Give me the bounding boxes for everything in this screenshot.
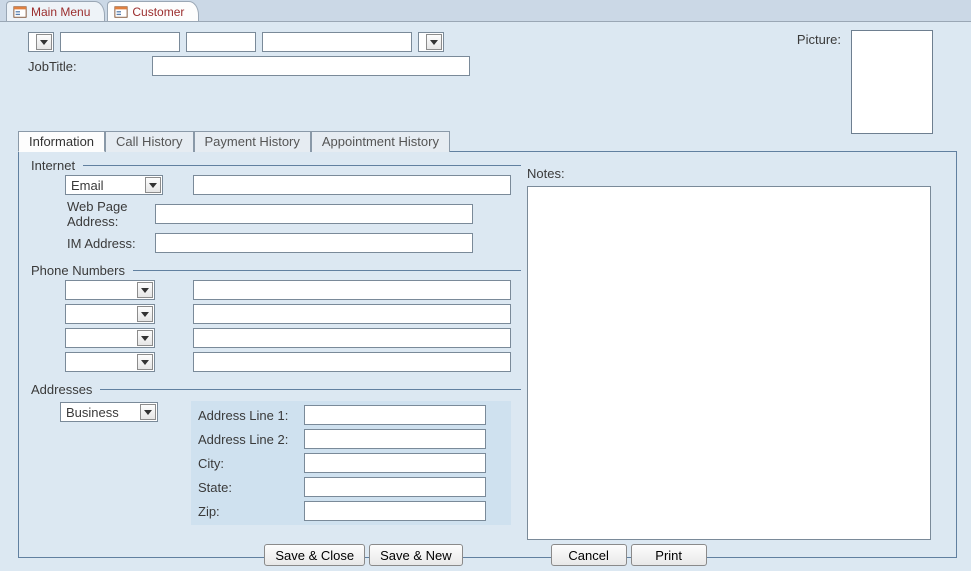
notes-label: Notes: — [527, 166, 565, 181]
title-combo[interactable] — [28, 32, 54, 52]
subtab-row: Information Call History Payment History… — [18, 130, 957, 152]
address-type-value: Business — [63, 405, 138, 420]
line1-field[interactable] — [304, 405, 486, 425]
chevron-down-icon[interactable] — [137, 354, 153, 370]
phone-group: Phone Numbers — [31, 263, 521, 372]
phone-group-title: Phone Numbers — [31, 263, 521, 278]
phone-type-combo-3[interactable] — [65, 352, 155, 372]
phone-field-3[interactable] — [193, 352, 511, 372]
tab-main-menu[interactable]: Main Menu — [6, 1, 105, 21]
subtab-control: Information Call History Payment History… — [18, 130, 957, 560]
picture-box[interactable] — [851, 30, 933, 134]
notes-field[interactable] — [527, 186, 931, 540]
chevron-down-icon[interactable] — [145, 177, 161, 193]
jobtitle-label: JobTitle: — [28, 59, 146, 74]
subtab-information[interactable]: Information — [18, 131, 105, 152]
tab-customer-label: Customer — [132, 5, 184, 19]
email-field[interactable] — [193, 175, 511, 195]
phone-type-combo-1[interactable] — [65, 304, 155, 324]
addresses-group: Addresses Business Address Line 1: Addre… — [31, 382, 521, 525]
phone-type-combo-2[interactable] — [65, 328, 155, 348]
phone-field-0[interactable] — [193, 280, 511, 300]
state-label: State: — [198, 480, 304, 495]
zip-field[interactable] — [304, 501, 486, 521]
button-row: Save & Close Save & New Cancel Print — [0, 544, 971, 566]
chevron-down-icon[interactable] — [137, 306, 153, 322]
suffix-combo[interactable] — [418, 32, 444, 52]
save-new-button[interactable]: Save & New — [369, 544, 463, 566]
print-button[interactable]: Print — [631, 544, 707, 566]
zip-label: Zip: — [198, 504, 304, 519]
city-field[interactable] — [304, 453, 486, 473]
subtab-call-history[interactable]: Call History — [105, 131, 193, 152]
middle-name-field[interactable] — [186, 32, 256, 52]
address-panel: Business Address Line 1: Address Line 2:… — [191, 401, 511, 525]
webpage-label: Web Page Address: — [31, 199, 161, 229]
address-type-combo[interactable]: Business — [60, 402, 158, 422]
subtab-appointment-history[interactable]: Appointment History — [311, 131, 450, 152]
email-type-value: Email — [68, 178, 143, 193]
jobtitle-field[interactable] — [152, 56, 470, 76]
addresses-group-title: Addresses — [31, 382, 521, 397]
subtab-payment-history[interactable]: Payment History — [194, 131, 311, 152]
window-tab-row: Main Menu Customer — [0, 0, 971, 22]
first-name-field[interactable] — [60, 32, 180, 52]
webpage-field[interactable] — [155, 204, 473, 224]
internet-group-title: Internet — [31, 158, 521, 173]
line2-field[interactable] — [304, 429, 486, 449]
chevron-down-icon[interactable] — [137, 282, 153, 298]
line1-label: Address Line 1: — [198, 408, 304, 423]
picture-label: Picture: — [797, 32, 841, 47]
chevron-down-icon[interactable] — [426, 34, 442, 50]
jobtitle-row: JobTitle: — [28, 56, 943, 76]
im-label: IM Address: — [31, 236, 161, 251]
tab-customer[interactable]: Customer — [107, 1, 199, 21]
phone-field-2[interactable] — [193, 328, 511, 348]
phone-type-combo-0[interactable] — [65, 280, 155, 300]
information-pane: Internet Email Web Page Address: IM Addr… — [18, 152, 957, 558]
city-label: City: — [198, 456, 304, 471]
last-name-field[interactable] — [262, 32, 412, 52]
phone-field-1[interactable] — [193, 304, 511, 324]
internet-group: Internet Email Web Page Address: IM Addr… — [31, 158, 521, 253]
save-close-button[interactable]: Save & Close — [264, 544, 365, 566]
email-type-combo[interactable]: Email — [65, 175, 163, 195]
state-field[interactable] — [304, 477, 486, 497]
chevron-down-icon[interactable] — [36, 34, 52, 50]
form-icon — [13, 5, 27, 19]
customer-form: JobTitle: Picture: Information Call Hist… — [0, 22, 971, 570]
chevron-down-icon[interactable] — [140, 404, 156, 420]
tab-main-menu-label: Main Menu — [31, 5, 90, 19]
chevron-down-icon[interactable] — [137, 330, 153, 346]
cancel-button[interactable]: Cancel — [551, 544, 627, 566]
im-field[interactable] — [155, 233, 473, 253]
line2-label: Address Line 2: — [198, 432, 304, 447]
form-icon — [114, 5, 128, 19]
